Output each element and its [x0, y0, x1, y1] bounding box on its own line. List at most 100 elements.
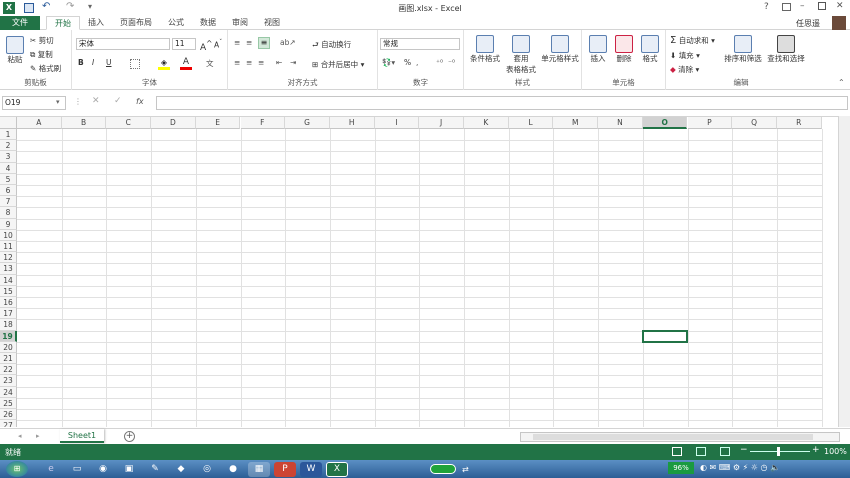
row-header-14[interactable]: 14 — [0, 274, 17, 286]
start-button[interactable]: ⊞ — [6, 461, 28, 477]
zoom-level[interactable]: 100% — [824, 447, 847, 456]
cell-styles-button[interactable]: 单元格样式 — [540, 35, 580, 64]
column-header-k[interactable]: K — [464, 117, 509, 129]
row-header-17[interactable]: 17 — [0, 308, 17, 320]
row-header-13[interactable]: 13 — [0, 263, 17, 275]
tab-formulas[interactable]: 公式 — [160, 16, 192, 30]
column-header-n[interactable]: N — [598, 117, 643, 129]
new-sheet-button[interactable]: + — [124, 431, 135, 442]
row-header-12[interactable]: 12 — [0, 252, 17, 264]
italic-button[interactable]: I — [92, 58, 94, 67]
format-cells-button[interactable]: 格式 — [638, 35, 662, 64]
insert-function-button[interactable]: fx — [136, 97, 144, 106]
find-select-button[interactable]: 查找和选择 — [766, 35, 806, 64]
zoom-slider-thumb[interactable] — [777, 447, 780, 456]
vertical-scrollbar[interactable] — [838, 116, 850, 427]
column-header-p[interactable]: P — [687, 117, 733, 129]
battery-indicator[interactable]: 96% — [668, 462, 694, 474]
tab-file[interactable]: 文件 — [0, 15, 40, 30]
wrap-text-button[interactable]: ⮐ 自动换行 — [312, 39, 351, 52]
chrome-icon[interactable]: ◎ — [196, 462, 218, 477]
cut-button[interactable]: ✂ 剪切 — [30, 35, 54, 46]
borders-icon[interactable] — [130, 59, 140, 69]
enter-icon[interactable]: ✓ — [114, 96, 122, 106]
undo-icon[interactable]: ↶ — [42, 1, 50, 12]
column-header-g[interactable]: G — [285, 117, 330, 129]
clear-button[interactable]: ◆ 清除 ▾ — [670, 64, 699, 75]
font-size-select[interactable]: 11 — [172, 38, 196, 50]
font-name-select[interactable]: 宋体 — [76, 38, 170, 50]
align-center-icon[interactable]: ≡ — [246, 58, 252, 67]
align-top-icon[interactable]: ≡ — [234, 38, 240, 47]
currency-icon[interactable]: 💱▾ — [382, 58, 395, 67]
formula-input[interactable] — [156, 96, 848, 110]
page-layout-view-icon[interactable] — [696, 447, 706, 456]
row-header-22[interactable]: 22 — [0, 364, 17, 376]
horizontal-scrollbar[interactable] — [520, 432, 840, 442]
align-bottom-icon[interactable]: ≡ — [258, 37, 270, 49]
font-color-icon[interactable]: A — [180, 57, 192, 70]
tab-insert[interactable]: 插入 — [80, 16, 112, 30]
column-header-l[interactable]: L — [508, 117, 554, 129]
row-header-4[interactable]: 4 — [0, 162, 17, 174]
row-header-18[interactable]: 18 — [0, 319, 17, 331]
autosum-button[interactable]: Σ 自动求和 ▾ — [670, 35, 715, 46]
customize-qat-icon[interactable]: ▾ — [88, 2, 92, 11]
column-header-j[interactable]: J — [419, 117, 464, 129]
terminal-icon[interactable]: ▣ — [118, 462, 140, 477]
column-header-m[interactable]: M — [553, 117, 599, 129]
sheet-tab-sheet1[interactable]: Sheet1 — [60, 429, 104, 443]
column-header-c[interactable]: C — [106, 117, 152, 129]
copy-button[interactable]: ⧉ 复制 — [30, 49, 53, 60]
column-header-d[interactable]: D — [151, 117, 196, 129]
tool-icon[interactable]: ◆ — [170, 462, 192, 477]
row-header-27[interactable]: 27 — [0, 420, 17, 427]
row-header-23[interactable]: 23 — [0, 375, 17, 387]
align-middle-icon[interactable]: ≡ — [246, 38, 252, 47]
row-header-8[interactable]: 8 — [0, 207, 17, 219]
comma-icon[interactable]: , — [416, 58, 418, 67]
user-name[interactable]: 任思遥 — [796, 18, 820, 29]
avatar[interactable] — [832, 16, 846, 30]
minimize-button[interactable]: – — [800, 1, 805, 11]
select-all-corner[interactable] — [0, 117, 17, 129]
row-header-15[interactable]: 15 — [0, 285, 17, 297]
insert-cells-button[interactable]: 插入 — [586, 35, 610, 64]
phonetic-icon[interactable]: 文 — [206, 58, 214, 69]
media-player-icon[interactable]: ◉ — [92, 462, 114, 477]
name-box-dropdown-icon[interactable]: ▾ — [56, 98, 60, 106]
firefox-icon[interactable]: ● — [222, 462, 244, 477]
active-cell[interactable] — [641, 329, 689, 343]
tab-data[interactable]: 数据 — [192, 16, 224, 30]
save-icon[interactable] — [24, 3, 34, 13]
row-header-20[interactable]: 20 — [0, 341, 17, 353]
zoom-in-button[interactable]: + — [812, 445, 820, 455]
align-right-icon[interactable]: ≡ — [258, 58, 264, 67]
ie-icon[interactable]: e — [40, 462, 62, 477]
worksheet-grid[interactable]: ABCDEFGHIJKLMNOPQR 1 2 3 4 5 6 7 8 9 10 11 12 13 14 15… — [0, 116, 838, 427]
word-icon[interactable]: W — [300, 461, 322, 477]
help-button[interactable]: ? — [764, 2, 769, 12]
delete-cells-button[interactable]: 删除 — [612, 35, 636, 64]
tab-view[interactable]: 视图 — [256, 16, 288, 30]
tab-page-layout[interactable]: 页面布局 — [112, 16, 160, 30]
row-header-10[interactable]: 10 — [0, 229, 17, 241]
column-header-i[interactable]: I — [374, 117, 420, 129]
next-sheet-icon[interactable]: ▸ — [36, 432, 40, 440]
prev-sheet-icon[interactable]: ◂ — [18, 432, 22, 440]
fill-button[interactable]: ⬇ 填充 ▾ — [670, 50, 700, 61]
increase-indent-icon[interactable]: ⇥ — [290, 58, 296, 67]
sort-filter-button[interactable]: 排序和筛选 — [724, 35, 762, 64]
number-format-select[interactable]: 常规 — [380, 38, 460, 50]
row-header-7[interactable]: 7 — [0, 196, 17, 208]
row-header-3[interactable]: 3 — [0, 151, 17, 163]
column-header-b[interactable]: B — [61, 117, 107, 129]
restore-button[interactable] — [818, 2, 826, 10]
row-header-24[interactable]: 24 — [0, 386, 17, 398]
row-header-11[interactable]: 11 — [0, 241, 17, 253]
row-header-5[interactable]: 5 — [0, 173, 17, 185]
column-header-q[interactable]: Q — [732, 117, 777, 129]
increase-decimal-icon[interactable]: ⁺⁰ — [436, 58, 443, 67]
column-header-a[interactable]: A — [17, 117, 62, 129]
row-header-26[interactable]: 26 — [0, 409, 17, 421]
